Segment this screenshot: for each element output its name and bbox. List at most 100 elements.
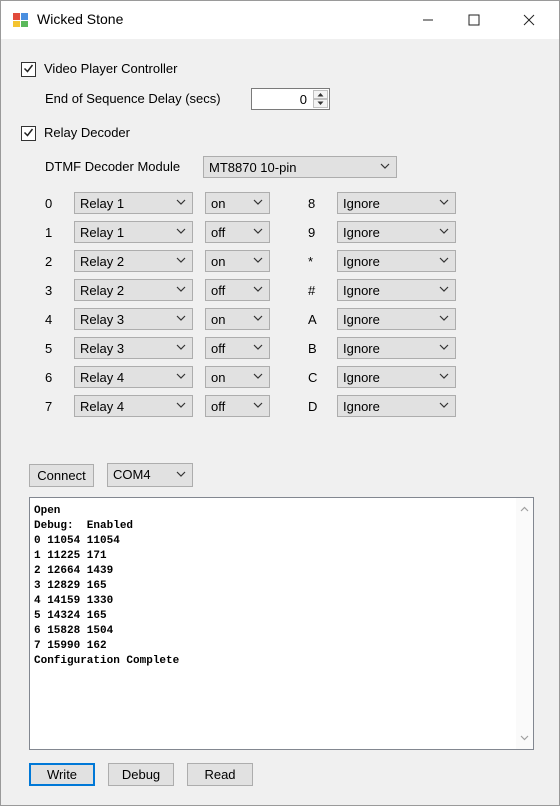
scroll-up-icon[interactable] bbox=[520, 506, 529, 512]
relay-value: Relay 1 bbox=[80, 196, 125, 211]
chevron-down-icon bbox=[253, 286, 263, 292]
state-select[interactable]: off bbox=[205, 337, 270, 359]
action-select[interactable]: Ignore bbox=[337, 395, 456, 417]
digit-label: B bbox=[308, 341, 317, 356]
write-button[interactable]: Write bbox=[29, 763, 95, 786]
relay-value: Relay 3 bbox=[80, 341, 125, 356]
action-select[interactable]: Ignore bbox=[337, 250, 456, 272]
state-value: on bbox=[211, 370, 226, 385]
triangle-down-icon bbox=[317, 101, 324, 105]
relay-select[interactable]: Relay 3 bbox=[74, 337, 193, 359]
relay-select[interactable]: Relay 4 bbox=[74, 395, 193, 417]
state-select[interactable]: on bbox=[205, 250, 270, 272]
relay-select[interactable]: Relay 1 bbox=[74, 221, 193, 243]
log-line: Open bbox=[34, 505, 61, 517]
delay-label: End of Sequence Delay (secs) bbox=[45, 91, 221, 106]
action-value: Ignore bbox=[343, 254, 380, 269]
close-icon bbox=[523, 14, 535, 26]
relay-value: Relay 4 bbox=[80, 399, 125, 414]
title-bar[interactable]: Wicked Stone bbox=[1, 1, 559, 39]
digit-label: 5 bbox=[45, 341, 53, 356]
video-player-label: Video Player Controller bbox=[44, 61, 178, 76]
maximize-icon bbox=[468, 14, 480, 26]
relay-select[interactable]: Relay 2 bbox=[74, 250, 193, 272]
log-textbox[interactable]: Open Debug: Enabled 0 11054 11054 1 11225 1… bbox=[29, 497, 534, 750]
relay-select[interactable]: Relay 4 bbox=[74, 366, 193, 388]
chevron-down-icon bbox=[439, 315, 449, 321]
chevron-down-icon bbox=[176, 402, 186, 408]
relay-value: Relay 1 bbox=[80, 225, 125, 240]
chevron-down-icon bbox=[176, 199, 186, 205]
chevron-down-icon bbox=[439, 228, 449, 234]
dtmf-module-select[interactable]: MT8870 10-pin bbox=[203, 156, 397, 178]
action-select[interactable]: Ignore bbox=[337, 337, 456, 359]
state-select[interactable]: on bbox=[205, 308, 270, 330]
action-select[interactable]: Ignore bbox=[337, 221, 456, 243]
chevron-down-icon bbox=[176, 257, 186, 263]
digit-label: A bbox=[308, 312, 317, 327]
chevron-down-icon bbox=[439, 286, 449, 292]
action-select[interactable]: Ignore bbox=[337, 192, 456, 214]
chevron-down-icon bbox=[439, 402, 449, 408]
dtmf-module-label: DTMF Decoder Module bbox=[45, 159, 181, 174]
checkmark-icon bbox=[23, 64, 34, 73]
state-select[interactable]: on bbox=[205, 192, 270, 214]
scroll-down-icon[interactable] bbox=[520, 735, 529, 741]
com-port-value: COM4 bbox=[113, 467, 151, 482]
chevron-down-icon bbox=[176, 228, 186, 234]
log-line: 3 12829 165 bbox=[34, 580, 107, 592]
relay-value: Relay 2 bbox=[80, 283, 125, 298]
chevron-down-icon bbox=[253, 315, 263, 321]
minimize-button[interactable] bbox=[405, 1, 451, 39]
chevron-down-icon bbox=[253, 344, 263, 350]
delay-value: 0 bbox=[299, 92, 307, 107]
digit-label: 4 bbox=[45, 312, 53, 327]
video-player-checkbox[interactable] bbox=[21, 62, 36, 77]
relay-select[interactable]: Relay 3 bbox=[74, 308, 193, 330]
chevron-down-icon bbox=[439, 199, 449, 205]
log-lines: Open Debug: Enabled 0 11054 11054 1 11225 1… bbox=[34, 504, 179, 669]
log-line: 6 15828 1504 bbox=[34, 625, 114, 637]
relay-select[interactable]: Relay 2 bbox=[74, 279, 193, 301]
relay-decoder-checkbox[interactable] bbox=[21, 126, 36, 141]
state-select[interactable]: off bbox=[205, 221, 270, 243]
delay-spinner[interactable]: 0 bbox=[251, 88, 330, 110]
action-select[interactable]: Ignore bbox=[337, 279, 456, 301]
state-select[interactable]: on bbox=[205, 366, 270, 388]
app-window: Wicked Stone Video Player Controller End… bbox=[0, 0, 560, 806]
action-value: Ignore bbox=[343, 312, 380, 327]
digit-label: # bbox=[308, 283, 316, 298]
connect-button[interactable]: Connect bbox=[29, 464, 94, 487]
chevron-down-icon bbox=[439, 344, 449, 350]
relay-value: Relay 4 bbox=[80, 370, 125, 385]
spinner-down-button[interactable] bbox=[313, 99, 328, 108]
log-line: Configuration Complete bbox=[34, 655, 180, 667]
state-select[interactable]: off bbox=[205, 279, 270, 301]
action-select[interactable]: Ignore bbox=[337, 308, 456, 330]
read-button[interactable]: Read bbox=[187, 763, 253, 786]
spinner-up-button[interactable] bbox=[313, 90, 328, 99]
com-port-select[interactable]: COM4 bbox=[107, 463, 193, 487]
state-select[interactable]: off bbox=[205, 395, 270, 417]
action-value: Ignore bbox=[343, 399, 380, 414]
digit-label: C bbox=[308, 370, 318, 385]
window-title: Wicked Stone bbox=[37, 11, 124, 27]
state-value: on bbox=[211, 254, 226, 269]
relay-value: Relay 3 bbox=[80, 312, 125, 327]
debug-button[interactable]: Debug bbox=[108, 763, 174, 786]
chevron-down-icon bbox=[380, 163, 390, 169]
close-button[interactable] bbox=[506, 1, 552, 39]
app-icon bbox=[13, 13, 28, 27]
relay-select[interactable]: Relay 1 bbox=[74, 192, 193, 214]
digit-label: 9 bbox=[308, 225, 316, 240]
chevron-down-icon bbox=[439, 373, 449, 379]
maximize-button[interactable] bbox=[451, 1, 497, 39]
state-value: on bbox=[211, 196, 226, 211]
log-scrollbar[interactable] bbox=[516, 498, 533, 749]
chevron-down-icon bbox=[253, 199, 263, 205]
digit-label: 6 bbox=[45, 370, 53, 385]
action-select[interactable]: Ignore bbox=[337, 366, 456, 388]
dtmf-module-value: MT8870 10-pin bbox=[209, 160, 297, 175]
log-line: Debug: Enabled bbox=[34, 520, 134, 532]
digit-label: 2 bbox=[45, 254, 53, 269]
